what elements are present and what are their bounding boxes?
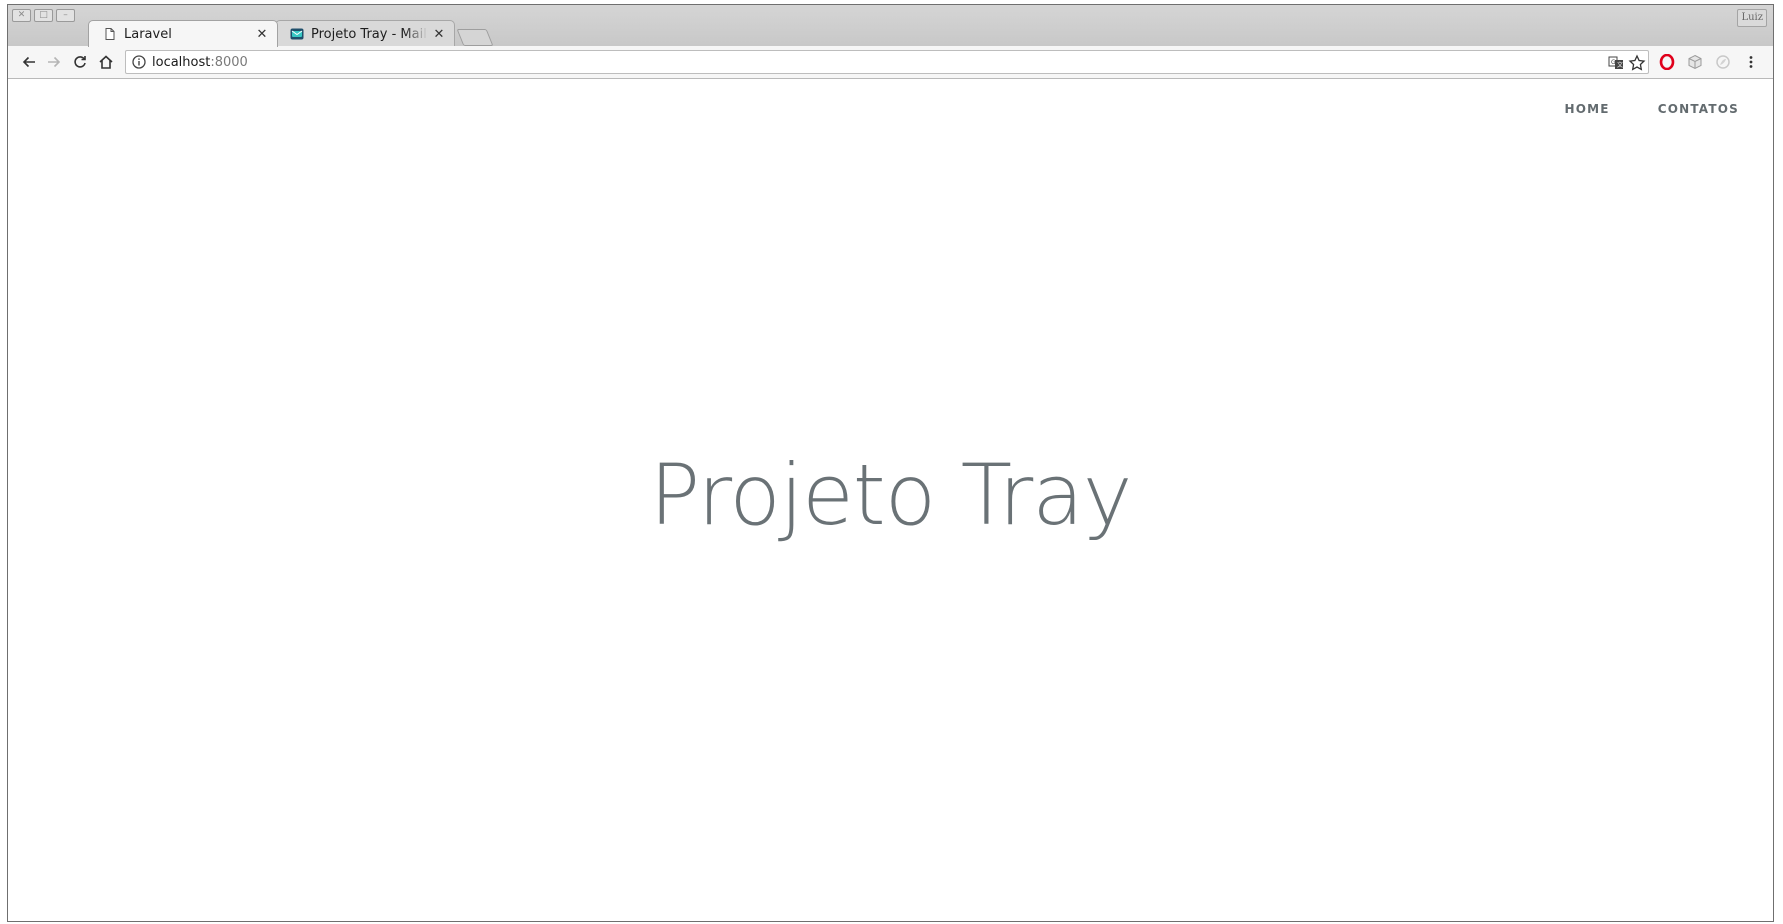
extension-leaf-icon[interactable] [1713,52,1733,72]
tab-laravel[interactable]: Laravel ✕ [88,20,278,47]
back-button[interactable] [19,52,39,72]
window-controls: ✕ □ – [12,9,75,22]
top-nav: Home Contatos [1517,102,1739,116]
page-title: Projeto Tray [649,446,1133,544]
translate-icon[interactable]: G 文 [1608,55,1624,71]
nav-link-contatos[interactable]: Contatos [1610,102,1739,116]
url-port: :8000 [210,54,248,70]
tab-title: Projeto Tray - Mailtra [311,26,428,42]
tab-mailtrap[interactable]: Projeto Tray - Mailtra ✕ [275,20,455,47]
minimize-window-button[interactable]: – [56,9,75,22]
svg-text:文: 文 [1617,61,1623,69]
close-window-button[interactable]: ✕ [12,9,31,22]
mailtrap-icon [290,28,304,40]
opera-vpn-icon[interactable] [1657,52,1677,72]
reload-button[interactable] [70,52,90,72]
menu-kebab-icon[interactable] [1741,52,1761,72]
browser-window: ✕ □ – Laravel ✕ Projeto Tray - Mailtra ✕… [7,4,1774,922]
page-content: Home Contatos Projeto Tray [8,79,1773,921]
address-bar[interactable]: localhost:8000 G 文 [125,50,1649,74]
maximize-window-button[interactable]: □ [34,9,53,22]
svg-text:G: G [1611,59,1616,66]
close-icon[interactable]: ✕ [251,27,273,42]
new-tab-button[interactable] [456,29,494,46]
info-icon[interactable] [131,54,147,70]
reload-icon [74,56,86,68]
nav-link-home[interactable]: Home [1517,102,1610,116]
tab-title: Laravel [124,26,172,42]
profile-button[interactable]: Luiz [1737,9,1767,27]
page-icon [105,28,115,40]
star-bookmark-icon[interactable] [1628,54,1646,72]
omnibox-actions: G 文 [1608,54,1648,72]
url-host: localhost [152,54,211,70]
arrow-left-icon [22,56,35,68]
extension-cube-icon[interactable] [1685,52,1705,72]
arrow-right-icon [48,56,61,68]
tab-strip: ✕ □ – Laravel ✕ Projeto Tray - Mailtra ✕… [8,5,1773,47]
toolbar: localhost:8000 G 文 [8,46,1773,79]
home-icon [99,55,113,69]
forward-button[interactable] [44,52,64,72]
home-button[interactable] [96,52,116,72]
close-icon[interactable]: ✕ [428,27,450,42]
